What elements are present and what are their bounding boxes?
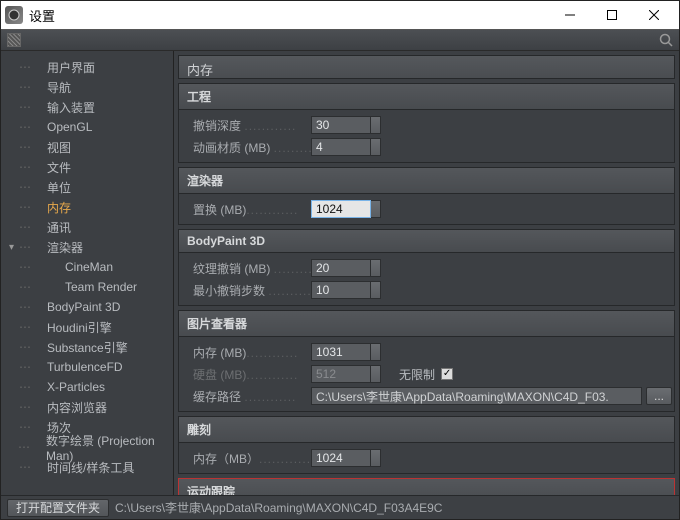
input-tex-undo[interactable]: 20: [311, 259, 371, 277]
group-header: 工程: [179, 84, 674, 110]
sidebar-item[interactable]: ⋯Substance引擎: [3, 337, 171, 357]
open-config-folder-button[interactable]: 打开配置文件夹: [7, 499, 109, 517]
statusbar: 打开配置文件夹 C:\Users\李世康\AppData\Roaming\MAX…: [1, 495, 679, 519]
spinner[interactable]: [371, 116, 381, 134]
spinner[interactable]: [371, 343, 381, 361]
input-sculpt-mem[interactable]: 1024: [311, 449, 371, 467]
sidebar-item-label: BodyPaint 3D: [47, 300, 120, 314]
group-bodypaint: BodyPaint 3D 纹理撤销 (MB) 20 最小撤销步数 10: [178, 229, 675, 306]
group-viewer: 图片查看器 内存 (MB) 1031 硬盘 (MB) 512 无限制 ✓: [178, 310, 675, 412]
sidebar-item-label: Substance引擎: [47, 339, 128, 356]
label-unlimited: 无限制: [399, 366, 435, 383]
input-cache-path[interactable]: C:\Users\李世康\AppData\Roaming\MAXON\C4D_F…: [311, 387, 642, 405]
label-cache-path: 缓存路径: [181, 388, 311, 405]
spinner[interactable]: [371, 281, 381, 299]
sidebar-item[interactable]: ⋯CineMan: [3, 257, 171, 277]
input-anim-mb[interactable]: 4: [311, 138, 371, 156]
input-undo-depth[interactable]: 30: [311, 116, 371, 134]
sidebar: ⋯用户界面⋯导航⋯输入装置⋯OpenGL⋯视图⋯文件⋯单位⋯内存⋯通讯▾⋯渲染器…: [1, 51, 174, 495]
sidebar-item[interactable]: ⋯视图: [3, 137, 171, 157]
settings-window: 设置 ⋯用户界面⋯导航⋯输入装置⋯OpenGL⋯视图⋯文件⋯单位⋯内存⋯通讯▾⋯…: [0, 0, 680, 520]
sidebar-item-label: TurbulenceFD: [47, 360, 123, 374]
sidebar-item-label: 导航: [47, 79, 71, 96]
label-viewer-disk: 硬盘 (MB): [181, 366, 311, 383]
sidebar-item-label: 视图: [47, 139, 71, 156]
sidebar-item-label: 文件: [47, 159, 71, 176]
close-button[interactable]: [633, 1, 675, 29]
group-header: BodyPaint 3D: [179, 230, 674, 253]
search-icon[interactable]: [659, 33, 673, 47]
group-header: 渲染器: [179, 168, 674, 194]
sidebar-item-label: 用户界面: [47, 59, 95, 76]
sidebar-item-label: X-Particles: [47, 380, 105, 394]
spinner[interactable]: [371, 449, 381, 467]
sidebar-item[interactable]: ▾⋯渲染器: [3, 237, 171, 257]
sidebar-item[interactable]: ⋯Team Render: [3, 277, 171, 297]
main-panel: 内存 工程 撤销深度 30 动画材质 (MB) 4 渲染器: [174, 51, 679, 495]
group-motion-tracking: 运动跟踪 最大素材缓存（MB） 2048 最小系统保留（MB） 256: [178, 478, 675, 495]
sidebar-item-label: 时间线/样条工具: [47, 459, 134, 476]
toolbar: [1, 29, 679, 51]
sidebar-item[interactable]: ⋯通讯: [3, 217, 171, 237]
spinner[interactable]: [371, 138, 381, 156]
sidebar-item[interactable]: ⋯文件: [3, 157, 171, 177]
sidebar-item[interactable]: ⋯导航: [3, 77, 171, 97]
sidebar-item-label: 单位: [47, 179, 71, 196]
label-anim-mb: 动画材质 (MB): [181, 139, 311, 156]
sidebar-item[interactable]: ⋯Houdini引擎: [3, 317, 171, 337]
spinner[interactable]: [371, 200, 381, 218]
label-sculpt-mem: 内存（MB）: [181, 450, 311, 467]
group-project: 工程 撤销深度 30 动画材质 (MB) 4: [178, 83, 675, 163]
input-viewer-disk: 512: [311, 365, 371, 383]
sidebar-item[interactable]: ⋯输入装置: [3, 97, 171, 117]
sidebar-item[interactable]: ⋯数字绘景 (Projection Man): [3, 437, 171, 457]
titlebar: 设置: [1, 1, 679, 29]
label-viewer-mem: 内存 (MB): [181, 344, 311, 361]
panel-menu-icon[interactable]: [7, 33, 21, 47]
input-min-undo[interactable]: 10: [311, 281, 371, 299]
sidebar-item-label: Houdini引擎: [47, 319, 112, 336]
checkbox-unlimited[interactable]: ✓: [441, 368, 453, 380]
group-header: 运动跟踪: [179, 479, 674, 495]
sidebar-item-label: 渲染器: [47, 239, 83, 256]
sidebar-item[interactable]: ⋯OpenGL: [3, 117, 171, 137]
spinner[interactable]: [371, 259, 381, 277]
label-swap-mb: 置换 (MB): [181, 201, 311, 218]
browse-button[interactable]: ...: [646, 387, 672, 405]
app-icon: [5, 6, 23, 24]
sidebar-item-label: CineMan: [65, 260, 113, 274]
sidebar-item[interactable]: ⋯内容浏览器: [3, 397, 171, 417]
maximize-button[interactable]: [591, 1, 633, 29]
group-header: 图片查看器: [179, 311, 674, 337]
sidebar-item[interactable]: ⋯BodyPaint 3D: [3, 297, 171, 317]
sidebar-item-label: Team Render: [65, 280, 137, 294]
sidebar-item-label: 内容浏览器: [47, 399, 107, 416]
config-path: C:\Users\李世康\AppData\Roaming\MAXON\C4D_F…: [115, 499, 442, 516]
label-tex-undo: 纹理撤销 (MB): [181, 260, 311, 277]
window-title: 设置: [29, 6, 549, 25]
input-viewer-mem[interactable]: 1031: [311, 343, 371, 361]
sidebar-item-label: 通讯: [47, 219, 71, 236]
group-header: 雕刻: [179, 417, 674, 443]
group-sculpt: 雕刻 内存（MB） 1024: [178, 416, 675, 474]
label-undo-depth: 撤销深度: [181, 117, 311, 134]
group-renderer: 渲染器 置换 (MB) 1024: [178, 167, 675, 225]
label-min-undo: 最小撤销步数: [181, 282, 311, 299]
sidebar-item-label: 输入装置: [47, 99, 95, 116]
sidebar-item[interactable]: ⋯TurbulenceFD: [3, 357, 171, 377]
sidebar-item-label: OpenGL: [47, 120, 92, 134]
spinner: [371, 365, 381, 383]
sidebar-item[interactable]: ⋯用户界面: [3, 57, 171, 77]
input-swap-mb[interactable]: 1024: [311, 200, 371, 218]
sidebar-item[interactable]: ⋯单位: [3, 177, 171, 197]
sidebar-item-label: 内存: [47, 199, 71, 216]
panel-title: 内存: [178, 55, 675, 79]
sidebar-item[interactable]: ⋯内存: [3, 197, 171, 217]
sidebar-item[interactable]: ⋯X-Particles: [3, 377, 171, 397]
minimize-button[interactable]: [549, 1, 591, 29]
